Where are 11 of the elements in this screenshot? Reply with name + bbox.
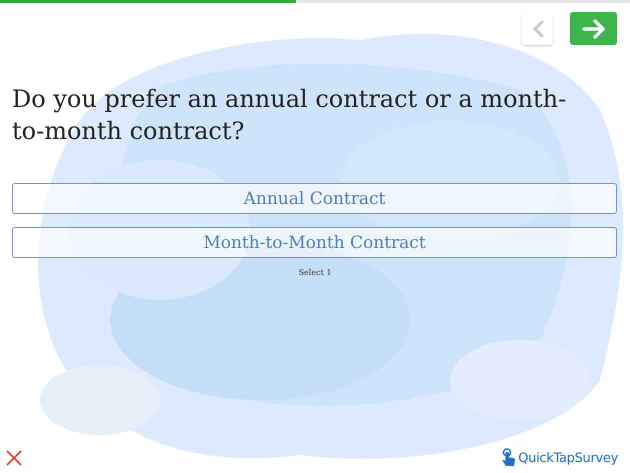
tap-hand-icon (502, 448, 516, 468)
brand-logo-text: QuickTapSurvey (518, 450, 618, 466)
close-icon (6, 450, 22, 466)
answer-option[interactable]: Month-to-Month Contract (12, 227, 617, 258)
arrow-right-icon (582, 18, 606, 38)
hint-text: Select 1 (298, 268, 332, 277)
next-button[interactable] (570, 12, 617, 45)
chevron-left-icon (532, 20, 544, 38)
close-button[interactable] (6, 450, 22, 466)
question-text: Do you prefer an annual contract or a month-to-month contract? (11, 84, 568, 147)
answer-option[interactable]: Annual Contract (12, 183, 617, 214)
